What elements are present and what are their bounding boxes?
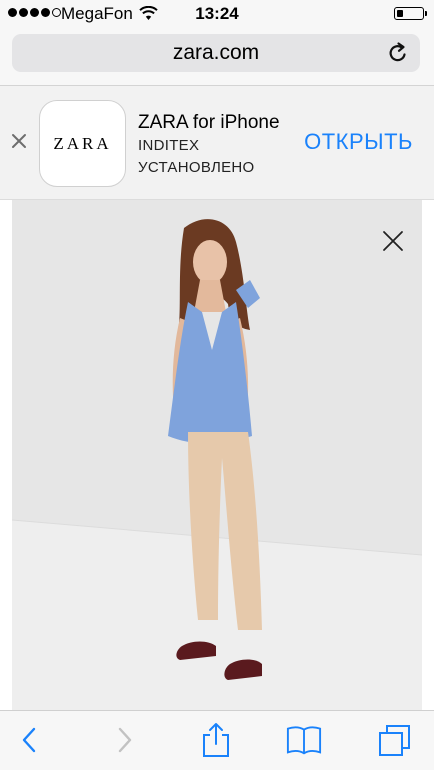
carrier-name: MegaFon bbox=[61, 4, 133, 23]
address-bar[interactable]: zara.com bbox=[12, 34, 420, 72]
app-name: ZARA for iPhone bbox=[138, 112, 280, 133]
forward-button[interactable] bbox=[106, 722, 142, 758]
back-button[interactable] bbox=[12, 722, 48, 758]
url-text[interactable]: zara.com bbox=[12, 41, 420, 65]
share-icon bbox=[203, 723, 229, 757]
forward-icon bbox=[118, 727, 132, 753]
wifi-icon bbox=[139, 6, 158, 20]
share-button[interactable] bbox=[198, 722, 234, 758]
close-icon[interactable] bbox=[10, 132, 28, 150]
signal-dot bbox=[8, 8, 17, 17]
app-install-status: УСТАНОВЛЕНО bbox=[138, 159, 255, 176]
address-bar-area: zara.com bbox=[0, 28, 434, 86]
close-icon[interactable] bbox=[382, 230, 404, 252]
tabs-icon bbox=[379, 725, 410, 756]
signal-dot bbox=[41, 8, 50, 17]
reload-icon[interactable] bbox=[386, 41, 410, 65]
signal-dot bbox=[52, 8, 61, 17]
app-icon[interactable]: ZARA bbox=[39, 100, 126, 187]
back-icon bbox=[22, 727, 36, 753]
browser-toolbar bbox=[0, 710, 434, 770]
smart-app-banner: ZARA ZARA for iPhone INDITEX УСТАНОВЛЕНО… bbox=[0, 86, 434, 200]
bookmarks-icon bbox=[286, 726, 322, 755]
battery-icon bbox=[394, 7, 427, 20]
bookmarks-button[interactable] bbox=[286, 722, 322, 758]
model-photo bbox=[12, 219, 422, 710]
app-publisher: INDITEX bbox=[138, 137, 200, 154]
signal-dot bbox=[19, 8, 28, 17]
battery-level bbox=[397, 10, 403, 17]
status-bar: MegaFon 13:24 bbox=[0, 0, 434, 28]
signal-dot bbox=[30, 8, 39, 17]
open-app-button[interactable]: ОТКРЫТЬ bbox=[304, 129, 413, 155]
signal-strength-icon bbox=[8, 8, 61, 17]
zara-logo: ZARA bbox=[53, 133, 112, 153]
tabs-button[interactable] bbox=[377, 722, 413, 758]
product-image[interactable] bbox=[12, 200, 422, 710]
